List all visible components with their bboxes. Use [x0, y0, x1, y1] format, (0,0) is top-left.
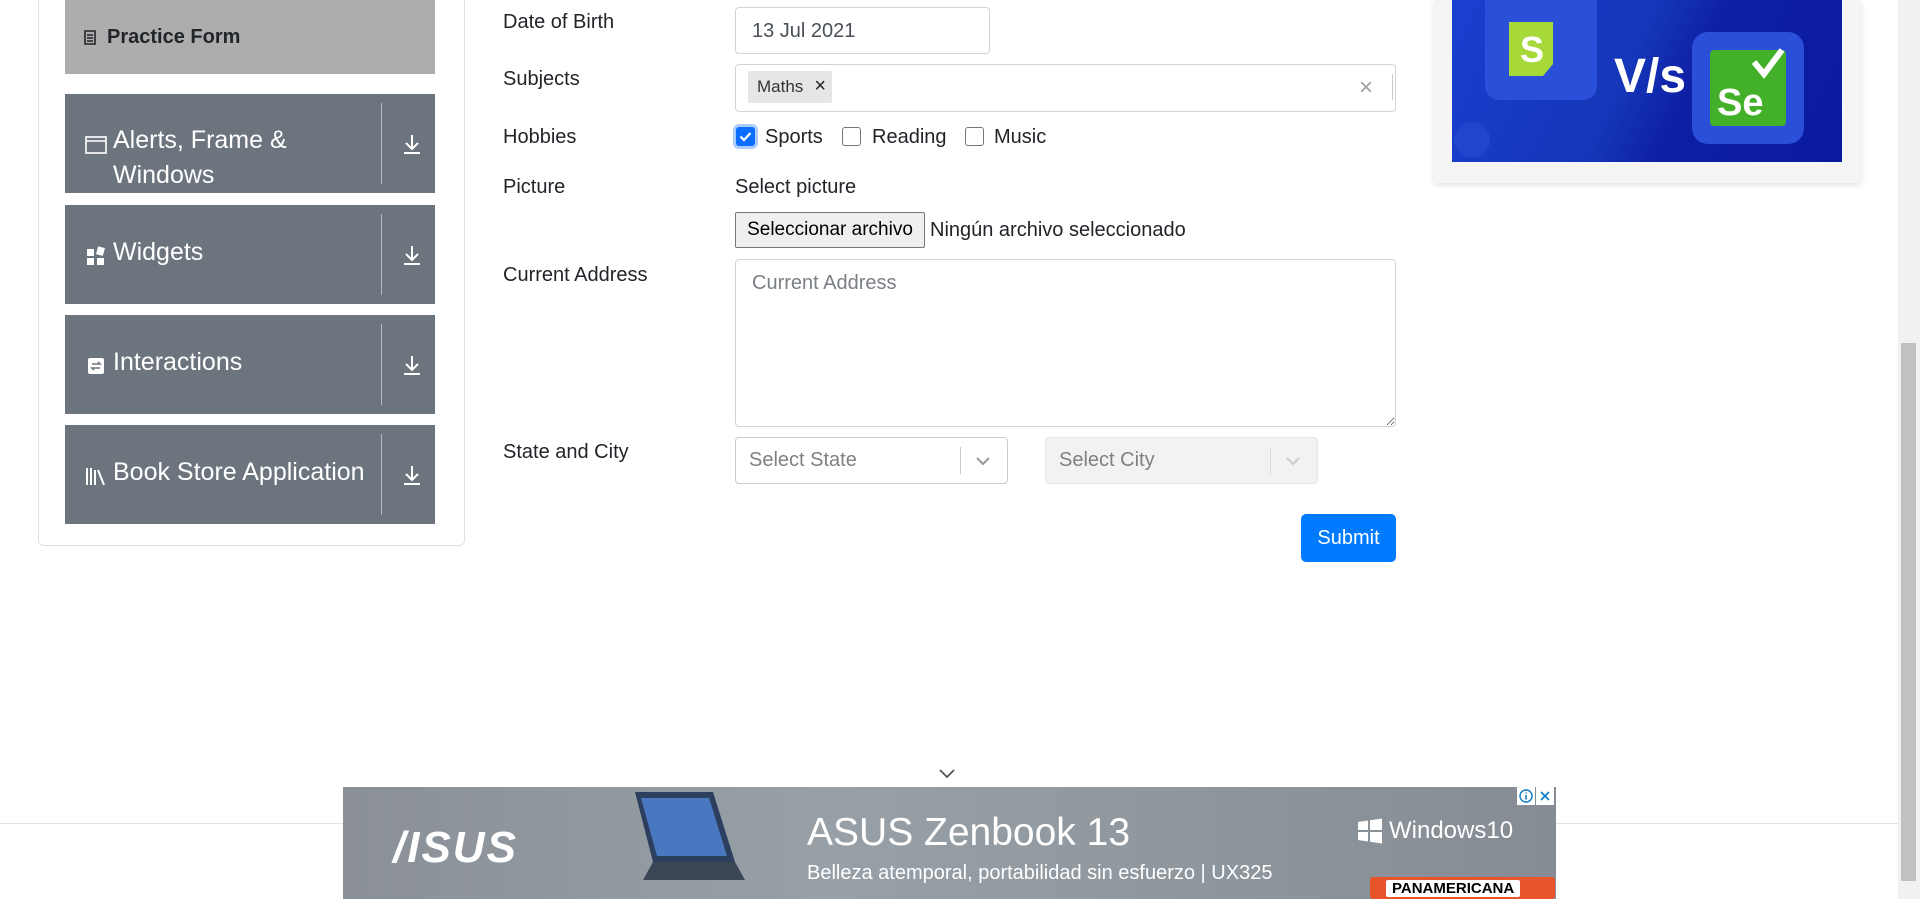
ad-headline: ASUS Zenbook 13 — [807, 811, 1131, 854]
sidebar-group-interactions[interactable]: Interactions — [65, 315, 435, 414]
dob-label: Date of Birth — [503, 11, 615, 33]
file-status: Ningún archivo seleccionado — [930, 219, 1186, 241]
chevron-down-icon — [1286, 457, 1300, 466]
books-icon — [85, 465, 107, 487]
laptop-image — [635, 792, 745, 880]
svg-text:S: S — [1520, 29, 1544, 70]
reading-checkbox[interactable] — [842, 127, 861, 146]
divider — [381, 214, 382, 295]
download-icon[interactable] — [396, 425, 428, 524]
divider — [1392, 74, 1393, 100]
katalon-vs-selenium-graphic: S V/s Se — [1454, 0, 1804, 158]
divider — [960, 447, 961, 474]
chevron-down-icon[interactable] — [938, 768, 956, 780]
state-city-label: State and City — [503, 441, 629, 463]
side-ad-image[interactable]: S V/s Se — [1452, 0, 1842, 162]
sports-label[interactable]: Sports — [765, 126, 823, 149]
subjects-input[interactable] — [735, 64, 1396, 112]
state-placeholder: Select State — [749, 449, 857, 471]
sidebar-group-alerts-frame-windows[interactable]: Alerts, Frame & Windows — [65, 94, 435, 193]
music-label[interactable]: Music — [994, 126, 1046, 149]
form-icon — [83, 29, 97, 45]
dob-input[interactable]: 13 Jul 2021 — [735, 7, 990, 54]
svg-text:V/s: V/s — [1614, 50, 1686, 103]
sidebar-item-practice-form[interactable]: Practice Form — [65, 0, 435, 74]
windows-label: Windows10 — [1389, 817, 1514, 844]
reading-label[interactable]: Reading — [872, 126, 947, 149]
clear-all-icon[interactable]: × — [1359, 74, 1373, 102]
address-label: Current Address — [503, 264, 648, 286]
retailer-badge: PANAMERICANA — [1370, 877, 1555, 899]
subject-chip-label: Maths — [757, 77, 804, 96]
download-icon[interactable] — [396, 205, 428, 304]
city-placeholder: Select City — [1059, 449, 1155, 471]
subject-chip: Maths × — [748, 71, 832, 103]
submit-button[interactable]: Submit — [1301, 514, 1396, 562]
divider — [381, 103, 382, 184]
interactions-icon — [85, 355, 107, 377]
asus-logo: /ISUS — [393, 823, 518, 872]
hobbies-label: Hobbies — [503, 126, 577, 148]
chevron-down-icon — [976, 457, 990, 466]
sidebar-group-book-store[interactable]: Book Store Application — [65, 425, 435, 524]
picture-label: Picture — [503, 176, 566, 198]
dob-value: 13 Jul 2021 — [752, 20, 856, 42]
widgets-icon — [85, 245, 107, 267]
bottom-ad-banner[interactable]: /ISUS ASUS Zenbook 13 Belleza atemporal,… — [343, 787, 1556, 899]
sidebar-item-label: Book Store Application — [113, 458, 365, 486]
ad-close-icon[interactable] — [1536, 787, 1554, 805]
sidebar-item-label: Practice Form — [107, 25, 241, 48]
divider — [381, 434, 382, 515]
scrollbar-thumb[interactable] — [1901, 343, 1916, 881]
window-icon — [85, 134, 107, 156]
windows-logo-icon — [1358, 818, 1382, 844]
address-textarea[interactable] — [735, 259, 1396, 427]
chip-remove-icon[interactable]: × — [814, 75, 826, 98]
sports-checkbox[interactable] — [736, 127, 755, 146]
divider — [1270, 447, 1271, 474]
divider — [381, 324, 382, 405]
windows-badge: Windows10 — [1357, 817, 1513, 845]
state-select[interactable]: Select State — [735, 437, 1008, 484]
city-select[interactable]: Select City — [1045, 437, 1318, 484]
sidebar-item-label: Interactions — [113, 348, 243, 376]
ad-subline: Belleza atemporal, portabilidad sin esfu… — [807, 862, 1273, 884]
svg-text:Se: Se — [1717, 82, 1763, 124]
sidebar-item-label: Widgets — [113, 238, 204, 266]
choose-file-button[interactable]: Seleccionar archivo — [735, 212, 925, 248]
ad-info-icon[interactable] — [1517, 787, 1535, 805]
subjects-label: Subjects — [503, 68, 580, 90]
sidebar-item-label: Alerts, Frame & Windows — [113, 126, 287, 189]
select-picture-label: Select picture — [735, 176, 857, 198]
download-icon[interactable] — [396, 315, 428, 414]
music-checkbox[interactable] — [965, 127, 984, 146]
sidebar-group-widgets[interactable]: Widgets — [65, 205, 435, 304]
checkmark-icon — [739, 132, 752, 142]
retailer-label: PANAMERICANA — [1386, 880, 1521, 897]
download-icon[interactable] — [396, 94, 428, 193]
